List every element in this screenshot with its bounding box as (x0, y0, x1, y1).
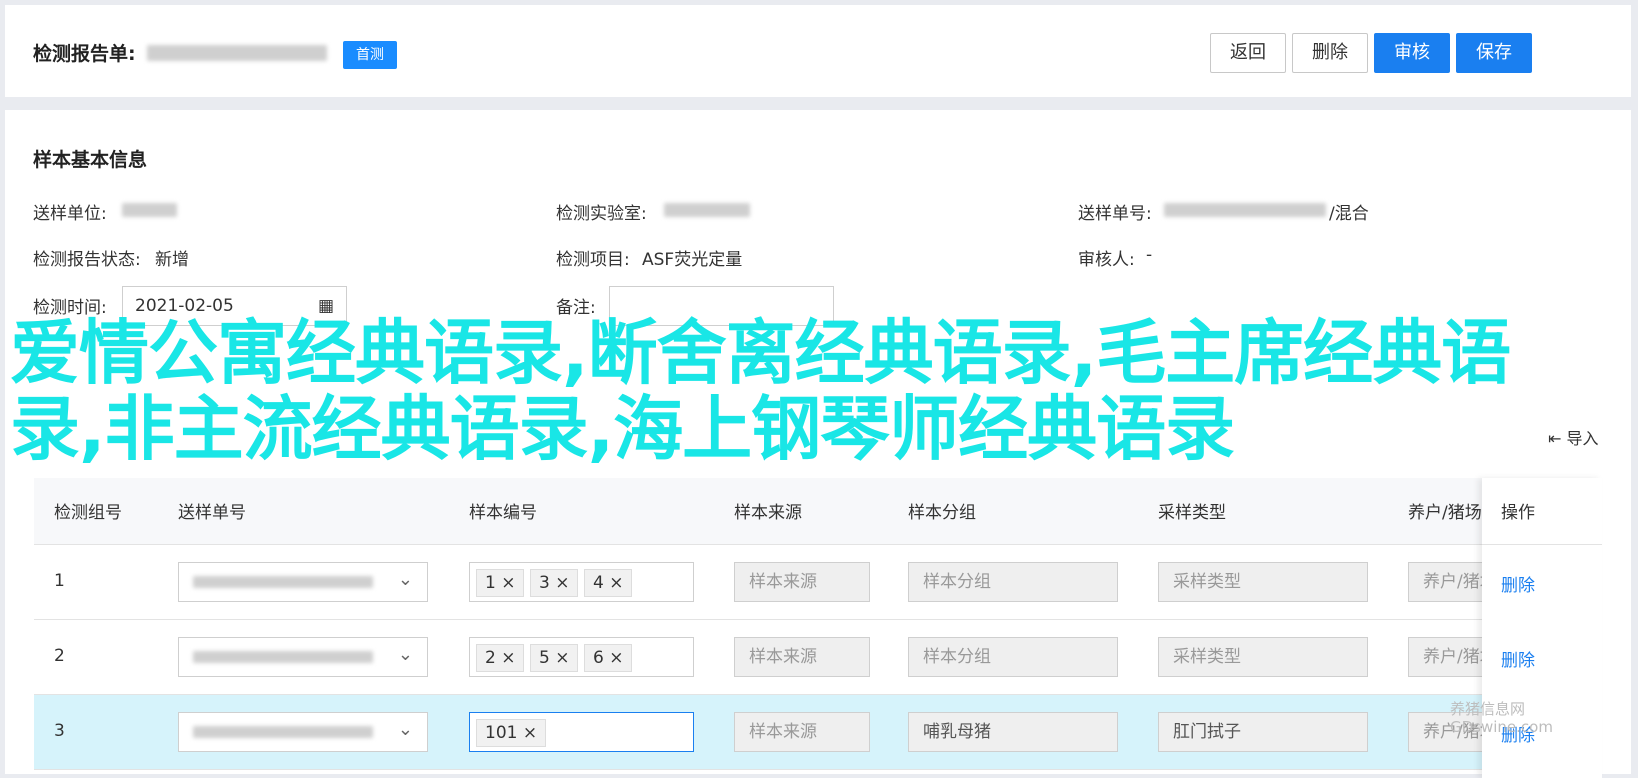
group-cell: 2 (54, 646, 65, 666)
report-title: 检测报告单: (33, 43, 136, 65)
import-button[interactable]: ⇤ 导入 (1548, 425, 1599, 449)
send-no-select[interactable]: ⌄ (178, 562, 428, 602)
send-no-blurred (193, 576, 373, 588)
sample-chip: 2 × (476, 644, 525, 672)
sample-no-multiselect[interactable]: 101 × (469, 712, 694, 752)
time-label: 检测时间: (33, 298, 107, 318)
send-no-suffix: /混合 (1329, 204, 1369, 224)
sample-chip: 101 × (476, 719, 547, 747)
sample-chip: 4 × (584, 569, 633, 597)
report-id-blurred (147, 45, 327, 61)
group-cell: 1 (54, 571, 65, 591)
source-field[interactable]: 样本来源 (734, 562, 870, 602)
close-icon[interactable]: × (501, 573, 515, 593)
lab-label: 检测实验室: (556, 204, 647, 224)
calendar-icon[interactable]: ▦ (318, 287, 334, 325)
delete-button[interactable]: 删除 (1292, 33, 1368, 73)
col-farm: 养户/猪场 (1408, 503, 1482, 523)
stype-field[interactable]: 采样类型 (1158, 562, 1368, 602)
sample-no-multiselect[interactable]: 2 × 5 × 6 × (469, 637, 694, 677)
stype-field[interactable]: 肛门拭子 (1158, 712, 1368, 752)
close-icon[interactable]: × (501, 648, 515, 668)
header-bar: 检测报告单: 首测 返回 删除 审核 保存 (5, 5, 1631, 97)
table-header: 检测组号 送样单号 样本编号 样本来源 样本分组 采样类型 养户/猪场 (34, 478, 1602, 545)
section-title: 样本基本信息 (33, 149, 148, 171)
source-field[interactable]: 样本来源 (734, 712, 870, 752)
send-no-label: 送样单号: (1078, 204, 1152, 224)
row-delete-link[interactable]: 删除 (1501, 646, 1535, 671)
send-no-value-blurred (1164, 203, 1326, 217)
lab-value-blurred (664, 203, 750, 217)
reviewer-value: - (1146, 245, 1153, 265)
table-row: 1 ⌄ 1 × 3 × 4 × 样本来源 样本分组 采样类型 养户/猪场 (34, 545, 1602, 620)
time-value: 2021-02-05 (135, 296, 234, 316)
send-unit-label: 送样单位: (33, 204, 107, 224)
col-send-no: 送样单号 (178, 503, 246, 523)
import-label: 导入 (1566, 429, 1599, 448)
sample-chip: 5 × (530, 644, 579, 672)
close-icon[interactable]: × (523, 723, 537, 743)
send-unit-value-blurred (122, 203, 177, 217)
send-no-blurred (193, 651, 373, 663)
col-sample-no: 样本编号 (469, 503, 537, 523)
source-field[interactable]: 样本来源 (734, 637, 870, 677)
report-status-value: 新增 (155, 250, 189, 270)
save-button[interactable]: 保存 (1456, 33, 1532, 73)
time-picker[interactable]: 2021-02-05 ▦ (122, 286, 347, 326)
chevron-down-icon: ⌄ (397, 569, 413, 590)
col-source: 样本来源 (734, 503, 802, 523)
note-input[interactable] (609, 286, 834, 326)
close-icon[interactable]: × (555, 573, 569, 593)
table-row: 2 ⌄ 2 × 5 × 6 × 样本来源 样本分组 采样类型 养户/猪场 (34, 620, 1602, 695)
sample-chip: 1 × (476, 569, 525, 597)
reviewer-label: 审核人: (1078, 250, 1135, 270)
col-group: 检测组号 (54, 503, 122, 523)
chevron-down-icon: ⌄ (397, 644, 413, 665)
home-tag: 首测 (343, 41, 397, 69)
sample-chip: 6 × (584, 644, 633, 672)
table-row: 3 ⌄ 101 × 样本来源 哺乳母猪 肛门拭子 养户/猪场 (34, 695, 1602, 770)
col-operation: 操作 (1501, 503, 1535, 523)
import-icon: ⇤ (1548, 429, 1562, 448)
report-status-label: 检测报告状态: (33, 250, 141, 270)
item-value: ASF荧光定量 (642, 250, 743, 270)
send-no-blurred (193, 726, 373, 738)
chevron-down-icon: ⌄ (397, 719, 413, 740)
close-icon[interactable]: × (555, 648, 569, 668)
col-stype: 采样类型 (1158, 503, 1226, 523)
close-icon[interactable]: × (609, 648, 623, 668)
sgroup-field[interactable]: 样本分组 (908, 562, 1118, 602)
item-label: 检测项目: (556, 250, 630, 270)
sample-no-multiselect[interactable]: 1 × 3 × 4 × (469, 562, 694, 602)
send-no-select[interactable]: ⌄ (178, 637, 428, 677)
review-button[interactable]: 审核 (1374, 33, 1450, 73)
col-sgroup: 样本分组 (908, 503, 976, 523)
stype-field[interactable]: 采样类型 (1158, 637, 1368, 677)
send-no-select[interactable]: ⌄ (178, 712, 428, 752)
group-cell: 3 (54, 721, 65, 741)
back-button[interactable]: 返回 (1210, 33, 1286, 73)
sgroup-field[interactable]: 哺乳母猪 (908, 712, 1118, 752)
row-delete-link[interactable]: 删除 (1501, 571, 1535, 596)
note-label: 备注: (556, 298, 596, 318)
sgroup-field[interactable]: 样本分组 (908, 637, 1118, 677)
sample-chip: 3 × (530, 569, 579, 597)
watermark: 养猪信息网 GDswine.com (1450, 700, 1553, 736)
close-icon[interactable]: × (609, 573, 623, 593)
